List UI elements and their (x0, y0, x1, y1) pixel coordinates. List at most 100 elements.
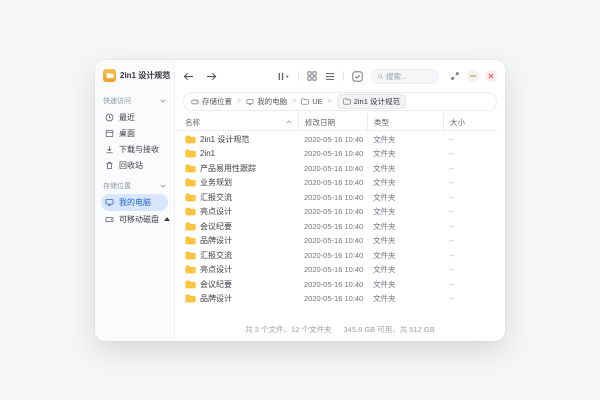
file-date: 2020-05-16 10:40 (298, 236, 367, 245)
file-name: 汇报交流 (200, 250, 232, 261)
folder-icon (185, 164, 196, 173)
header-type[interactable]: 类型 (367, 114, 443, 130)
file-name: 2in1 设计规范 (200, 134, 249, 145)
minimize-button[interactable] (467, 70, 479, 82)
file-name-cell: 品牌设计 (185, 235, 298, 246)
sort-order-button[interactable] (277, 72, 290, 81)
header-name[interactable]: 名称 (185, 114, 298, 130)
table-row[interactable]: 会议纪要 2020-05-16 10:40 文件夹 -- (185, 277, 497, 292)
expand-button[interactable] (449, 70, 461, 82)
breadcrumb-item-ue[interactable]: UE (301, 97, 322, 106)
table-row[interactable]: 会议纪要 2020-05-16 10:40 文件夹 -- (185, 219, 497, 234)
sidebar-item-label: 桌面 (119, 128, 135, 139)
table-row[interactable]: 产品易用性跟踪 2020-05-16 10:40 文件夹 -- (185, 161, 497, 176)
file-name: 品牌设计 (200, 235, 232, 246)
list-view-icon (325, 72, 335, 81)
breadcrumb-item-my-computer[interactable]: 我的电脑 (246, 96, 287, 107)
nav-buttons (183, 72, 217, 81)
breadcrumb-separator: > (328, 98, 332, 105)
search-input[interactable] (386, 72, 432, 81)
list-view-button[interactable] (325, 72, 335, 81)
file-date: 2020-05-16 10:40 (298, 280, 367, 289)
folder-icon (185, 207, 196, 216)
sort-icon (277, 72, 290, 81)
table-row[interactable]: 业务规划 2020-05-16 10:40 文件夹 -- (185, 176, 497, 191)
folder-icon (185, 149, 196, 158)
file-name: 亮点设计 (200, 206, 232, 217)
sidebar-item-my-computer[interactable]: 我的电脑 (101, 194, 168, 211)
sidebar-item-desktop[interactable]: 桌面 (101, 125, 168, 141)
sidebar-item-removable-disk[interactable]: 可移动磁盘 (101, 211, 168, 227)
file-date: 2020-05-16 10:40 (298, 294, 367, 303)
eject-icon[interactable] (164, 217, 170, 221)
select-mode-button[interactable] (352, 71, 363, 82)
table-row[interactable]: 汇报交流 2020-05-16 10:40 文件夹 -- (185, 248, 497, 263)
file-name-cell: 产品易用性跟踪 (185, 163, 298, 174)
sidebar-item-downloads[interactable]: 下载与接收 (101, 141, 168, 157)
breadcrumb-label: UE (312, 97, 322, 106)
file-name: 品牌设计 (200, 293, 232, 304)
expand-icon (451, 72, 459, 80)
folder-icon (185, 236, 196, 245)
close-button[interactable] (485, 70, 497, 82)
file-size: -- (443, 178, 497, 187)
table-row[interactable]: 品牌设计 2020-05-16 10:40 文件夹 -- (185, 292, 497, 307)
header-size[interactable]: 大小 (443, 114, 497, 130)
file-size: -- (443, 193, 497, 202)
file-name-cell: 2in1 (185, 149, 298, 158)
breadcrumb-item-current[interactable]: 2in1 设计规范 (337, 94, 406, 109)
checkbox-icon (352, 71, 363, 82)
search-box[interactable] (371, 69, 439, 84)
file-type: 文件夹 (367, 221, 443, 232)
search-icon (378, 73, 383, 80)
file-type: 文件夹 (367, 235, 443, 246)
folder-icon (185, 265, 196, 274)
file-date: 2020-05-16 10:40 (298, 193, 367, 202)
forward-button[interactable] (206, 72, 217, 81)
table-row[interactable]: 亮点设计 2020-05-16 10:40 文件夹 -- (185, 205, 497, 220)
table-row[interactable]: 汇报交流 2020-05-16 10:40 文件夹 -- (185, 190, 497, 205)
file-name-cell: 品牌设计 (185, 293, 298, 304)
file-name: 亮点设计 (200, 264, 232, 275)
header-date[interactable]: 修改日期 (298, 114, 367, 130)
trash-icon (105, 161, 114, 170)
grid-view-button[interactable] (307, 71, 317, 81)
breadcrumb-label: 2in1 设计规范 (354, 96, 400, 107)
minimize-icon (470, 75, 476, 77)
breadcrumb-item-storage[interactable]: 存储位置 (191, 96, 232, 107)
file-type: 文件夹 (367, 192, 443, 203)
table-row[interactable]: 亮点设计 2020-05-16 10:40 文件夹 -- (185, 263, 497, 278)
list-header: 名称 修改日期 类型 大小 (177, 114, 497, 131)
sidebar-item-recent[interactable]: 最近 (101, 109, 168, 125)
file-name-cell: 亮点设计 (185, 264, 298, 275)
table-row[interactable]: 品牌设计 2020-05-16 10:40 文件夹 -- (185, 234, 497, 249)
folder-icon (185, 178, 196, 187)
header-label: 类型 (374, 117, 389, 128)
file-size: -- (443, 149, 497, 158)
drive-icon (191, 98, 199, 106)
view-controls (277, 69, 497, 84)
chevron-down-icon (160, 99, 166, 103)
breadcrumb-label: 存储位置 (202, 96, 232, 107)
app-folder-icon (103, 69, 116, 82)
chevron-down-icon (160, 184, 166, 188)
file-size: -- (443, 294, 497, 303)
table-row[interactable]: 2in1 2020-05-16 10:40 文件夹 -- (185, 147, 497, 162)
table-row[interactable]: 2in1 设计规范 2020-05-16 10:40 文件夹 -- (185, 132, 497, 147)
file-type: 文件夹 (367, 250, 443, 261)
status-capacity: 345.6 GB 可用、共 512 GB (343, 324, 434, 335)
file-name: 会议纪要 (200, 221, 232, 232)
file-date: 2020-05-16 10:40 (298, 265, 367, 274)
sidebar: 2in1 设计规范 快速访问 最近 桌面 下载与接收 回收站 存储位置 (95, 60, 175, 341)
sidebar-section-storage[interactable]: 存储位置 (103, 181, 166, 191)
computer-icon (105, 198, 114, 207)
file-name-cell: 会议纪要 (185, 279, 298, 290)
file-size: -- (443, 280, 497, 289)
toolbar (175, 60, 505, 92)
breadcrumb: 存储位置 > 我的电脑 > UE > 2in1 设计规范 (183, 92, 497, 111)
back-button[interactable] (183, 72, 194, 81)
folder-icon (185, 193, 196, 202)
file-date: 2020-05-16 10:40 (298, 222, 367, 231)
sidebar-item-trash[interactable]: 回收站 (101, 157, 168, 173)
sidebar-section-quick-access[interactable]: 快速访问 (103, 96, 166, 106)
